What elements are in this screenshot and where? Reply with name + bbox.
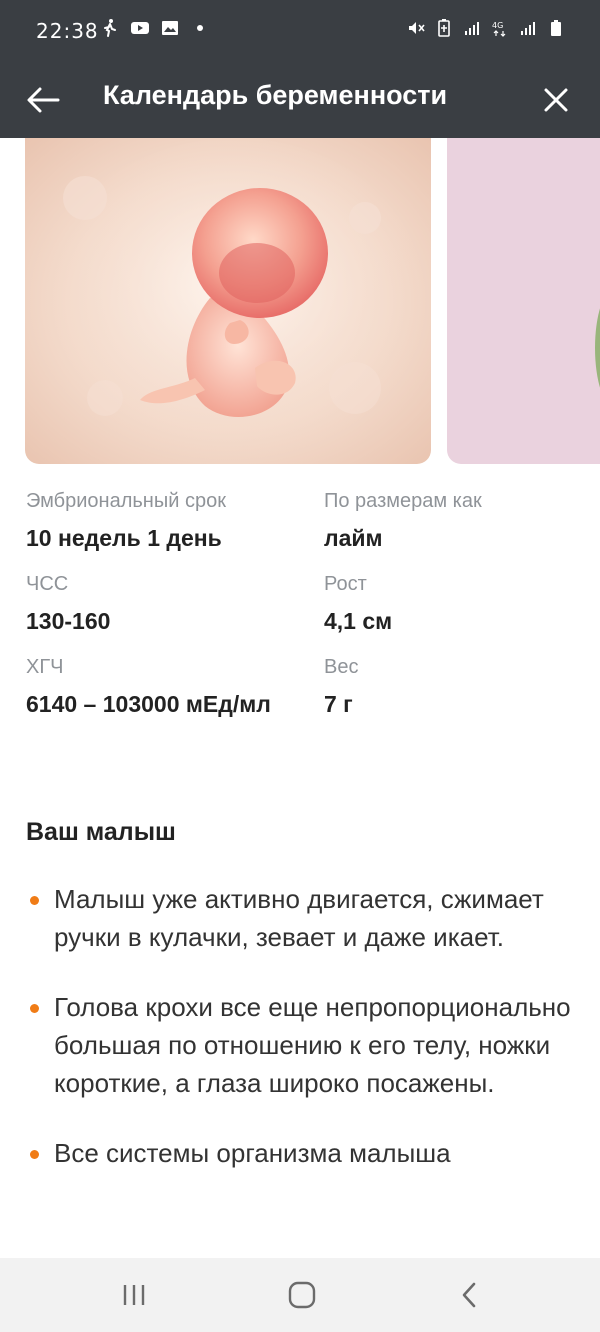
bullet-list: Малыш уже активно двигается, сжимает руч… (26, 880, 586, 1204)
list-item: Малыш уже активно двигается, сжимает руч… (26, 880, 586, 956)
embryo-image[interactable] (25, 138, 431, 464)
list-item: Все системы организма малыша (26, 1134, 586, 1172)
stat-value: 10 недель 1 день (26, 525, 222, 551)
stat-value: 6140 – 103000 мЕд/мл (26, 691, 271, 717)
stat-weight: Вес 7 г (324, 656, 358, 721)
status-bar: 22:38 4G (0, 0, 600, 62)
list-item-text: Все системы организма малыша (54, 1138, 451, 1168)
stat-hcg: ХГЧ 6140 – 103000 мЕд/мл (26, 656, 286, 721)
list-item: Голова крохи все еще непропорционально б… (26, 988, 586, 1102)
stat-label: ЧСС (26, 573, 69, 595)
stat-value: 4,1 см (324, 608, 393, 634)
bullet-dot-icon (30, 896, 39, 905)
walking-icon (104, 19, 116, 37)
stat-label: Рост (324, 573, 367, 595)
fruit-image[interactable] (447, 138, 600, 464)
stat-heart-rate: ЧСС 130-160 (26, 573, 110, 638)
status-time: 22:38 (36, 19, 99, 43)
status-icons-right: 4G (406, 18, 566, 38)
stat-label: Эмбриональный срок (26, 490, 226, 512)
dot-icon (197, 25, 203, 31)
bullet-dot-icon (30, 1004, 39, 1013)
youtube-icon (131, 22, 149, 34)
image-carousel[interactable] (0, 138, 600, 468)
list-item-text: Малыш уже активно двигается, сжимает руч… (54, 884, 544, 952)
bullet-dot-icon (30, 1150, 39, 1159)
stat-value: лайм (324, 525, 383, 551)
stat-value: 7 г (324, 691, 353, 717)
svg-text:4G: 4G (492, 21, 503, 30)
embryo-illustration (45, 138, 425, 458)
battery-saver-icon (438, 19, 450, 37)
app-bar: Календарь беременности (0, 62, 600, 138)
signal-icon (521, 22, 535, 35)
recents-icon[interactable] (116, 1278, 152, 1312)
stat-height: Рост 4,1 см (324, 573, 392, 638)
status-icons-left (100, 18, 210, 38)
4g-icon: 4G (492, 21, 506, 37)
stat-label: Вес (324, 656, 359, 678)
close-icon[interactable] (534, 78, 578, 122)
home-icon[interactable] (284, 1278, 320, 1312)
section-title: Ваш малыш (26, 818, 176, 846)
stat-size-comparison: По размерам как лайм (324, 490, 482, 555)
arrow-left-icon[interactable] (22, 78, 66, 122)
stat-label: ХГЧ (26, 656, 64, 678)
list-item-text: Голова крохи все еще непропорционально б… (54, 992, 571, 1098)
mute-icon (409, 22, 425, 34)
signal-icon (465, 22, 479, 35)
stat-value: 130-160 (26, 608, 111, 634)
back-icon[interactable] (452, 1278, 488, 1312)
stat-embryonic-term: Эмбриональный срок 10 недель 1 день (26, 490, 226, 555)
image-icon (162, 21, 178, 35)
navigation-bar (0, 1258, 600, 1332)
stat-label: По размерам как (324, 490, 482, 512)
lime-illustration (595, 308, 600, 388)
battery-icon (551, 20, 561, 36)
page-title: Календарь беременности (103, 80, 448, 110)
